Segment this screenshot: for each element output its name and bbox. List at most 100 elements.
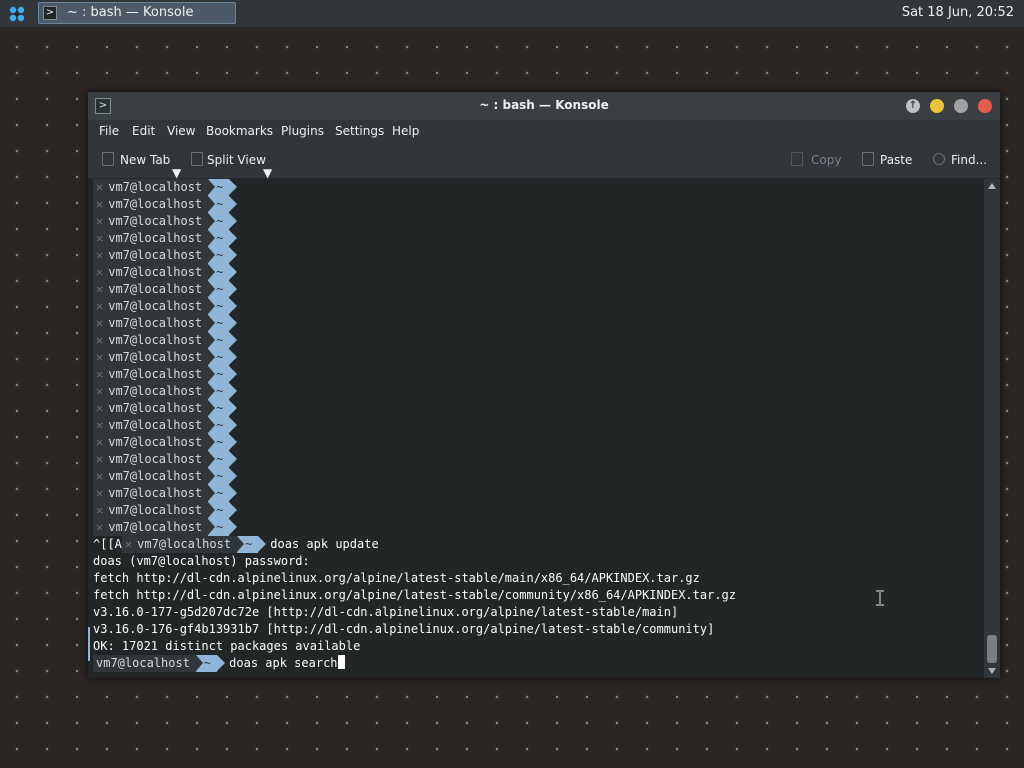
new-tab-icon	[102, 152, 114, 166]
prompt-dir-segment: ~	[208, 281, 238, 298]
prompt-status-icon: ✕	[96, 231, 104, 245]
toolbar: New Tab ▼ Split View ▼ Copy Paste Find..…	[88, 142, 1000, 180]
prompt-user-segment: ✕ vm7@localhost	[93, 213, 209, 230]
prompt-user-segment: ✕ vm7@localhost	[93, 366, 209, 383]
terminal-output-line: v3.16.0-176-gf4b13931b7 [http://dl-cdn.a…	[93, 622, 715, 636]
menu-plugins[interactable]: Plugins	[281, 124, 324, 138]
menu-settings[interactable]: Settings	[335, 124, 384, 138]
paste-icon	[862, 152, 874, 166]
prompt-status-icon: ✕	[96, 384, 104, 398]
split-view-button[interactable]: Split View	[207, 153, 266, 167]
minimize-button[interactable]	[930, 99, 944, 113]
prompt-dir-segment: ~	[208, 434, 238, 451]
prompt-line: ✕ vm7@localhost ~	[93, 519, 238, 536]
prompt-line: ✕ vm7@localhost ~	[93, 383, 238, 400]
text-cursor	[337, 655, 345, 669]
prompt-status-icon: ✕	[96, 520, 104, 534]
close-button[interactable]	[978, 99, 992, 113]
prompt-line: ✕ vm7@localhost ~	[93, 417, 238, 434]
prompt-user-segment: ✕ vm7@localhost	[93, 485, 209, 502]
taskbar-item-label: ~ : bash — Konsole	[67, 5, 194, 20]
maximize-button[interactable]	[954, 99, 968, 113]
top-panel: > ~ : bash — Konsole Sat 18 Jun, 20:52	[0, 0, 1024, 27]
prompt-user-segment: vm7@localhost	[93, 655, 196, 672]
prompt-dir-segment: ~	[208, 298, 238, 315]
terminal-scrollbar[interactable]	[984, 179, 1000, 678]
prompt-dir-segment: ~	[237, 536, 267, 553]
prompt-status-icon: ✕	[96, 299, 104, 313]
prompt-user-segment: ✕ vm7@localhost	[93, 468, 209, 485]
taskbar-item-konsole[interactable]: > ~ : bash — Konsole	[38, 2, 236, 24]
prompt-dir-segment: ~	[208, 264, 238, 281]
scroll-up-icon[interactable]	[988, 183, 996, 189]
prompt-status-icon: ✕	[96, 282, 104, 296]
prompt-status-icon: ✕	[96, 333, 104, 347]
prompt-status-icon: ✕	[96, 367, 104, 381]
prompt-user-segment: ✕ vm7@localhost	[93, 281, 209, 298]
split-view-icon	[191, 152, 203, 166]
prompt-status-icon: ✕	[96, 401, 104, 415]
split-view-dropdown-icon[interactable]: ▼	[263, 166, 272, 180]
prompt-dir-segment: ~	[208, 468, 238, 485]
prompt-status-icon: ✕	[96, 435, 104, 449]
scroll-down-icon[interactable]	[988, 668, 996, 674]
clock[interactable]: Sat 18 Jun, 20:52	[902, 5, 1014, 20]
prompt-dir-segment: ~	[208, 230, 238, 247]
prompt-line: ✕ vm7@localhost ~	[93, 298, 238, 315]
prompt-dir-segment: ~	[195, 655, 226, 672]
copy-button[interactable]: Copy	[811, 153, 841, 167]
terminal-output-line: OK: 17021 distinct packages available	[93, 639, 361, 653]
prompt-user-segment: ✕ vm7@localhost	[93, 519, 209, 536]
prompt-user-segment: ✕ vm7@localhost	[93, 196, 209, 213]
prompt-dir-segment: ~	[208, 179, 238, 196]
prompt-line: ✕ vm7@localhost ~	[93, 213, 238, 230]
menu-edit[interactable]: Edit	[132, 124, 155, 138]
application-launcher-icon[interactable]	[8, 5, 26, 23]
output-marker	[88, 627, 90, 661]
terminal-line: ^[[A ✕ vm7@localhost ~ doas apk update	[93, 536, 379, 553]
menu-bar: File Edit View Bookmarks Plugins Setting…	[88, 120, 1000, 142]
copy-icon	[791, 152, 803, 166]
prompt-user-segment: ✕ vm7@localhost	[93, 179, 209, 196]
prompt-user-segment: ✕ vm7@localhost	[93, 400, 209, 417]
prompt-line: ✕ vm7@localhost ~	[93, 366, 238, 383]
new-tab-button[interactable]: New Tab	[120, 153, 170, 167]
prompt-dir-segment: ~	[208, 485, 238, 502]
prompt-line: ✕ vm7@localhost ~	[93, 179, 238, 196]
command-input[interactable]: doas apk search	[229, 656, 337, 670]
scrollbar-thumb[interactable]	[987, 635, 997, 663]
terminal-view[interactable]: ✕ vm7@localhost ~ ✕ vm7@localhost ~ ✕ vm7@local…	[88, 179, 984, 678]
new-tab-dropdown-icon[interactable]: ▼	[172, 166, 181, 180]
prompt-line: ✕ vm7@localhost ~	[93, 281, 238, 298]
command-text: doas apk update	[270, 537, 379, 551]
escape-text: ^[[A	[93, 537, 122, 551]
window-title: ~ : bash — Konsole	[479, 98, 609, 112]
prompt-line: ✕ vm7@localhost ~	[93, 468, 238, 485]
prompt-line: ✕ vm7@localhost ~	[93, 230, 238, 247]
title-bar[interactable]: > ~ : bash — Konsole ↑	[88, 92, 1000, 120]
prompt-status-icon: ✕	[96, 265, 104, 279]
prompt-status-icon: ✕	[96, 350, 104, 364]
terminal-output-line: fetch http://dl-cdn.alpinelinux.org/alpi…	[93, 588, 736, 602]
paste-button[interactable]: Paste	[880, 153, 912, 167]
prompt-dir-segment: ~	[208, 349, 238, 366]
menu-bookmarks[interactable]: Bookmarks	[206, 124, 273, 138]
prompt-line: ✕ vm7@localhost ~	[93, 485, 238, 502]
menu-file[interactable]: File	[99, 124, 119, 138]
mouse-ibeam-cursor-icon	[876, 590, 884, 606]
prompt-status-icon: ✕	[96, 197, 104, 211]
prompt-line: ✕ vm7@localhost ~	[93, 332, 238, 349]
prompt-user-segment: ✕ vm7@localhost	[121, 536, 238, 553]
find-button[interactable]: Find...	[951, 153, 987, 167]
prompt-dir-segment: ~	[208, 502, 238, 519]
keep-above-button[interactable]: ↑	[906, 99, 920, 113]
prompt-user-segment: ✕ vm7@localhost	[93, 349, 209, 366]
menu-view[interactable]: View	[167, 124, 195, 138]
prompt-user-segment: ✕ vm7@localhost	[93, 383, 209, 400]
prompt-user-segment: ✕ vm7@localhost	[93, 230, 209, 247]
prompt-line: ✕ vm7@localhost ~	[93, 264, 238, 281]
menu-help[interactable]: Help	[392, 124, 419, 138]
prompt-dir-segment: ~	[208, 417, 238, 434]
prompt-user-segment: ✕ vm7@localhost	[93, 417, 209, 434]
prompt-user-segment: ✕ vm7@localhost	[93, 502, 209, 519]
